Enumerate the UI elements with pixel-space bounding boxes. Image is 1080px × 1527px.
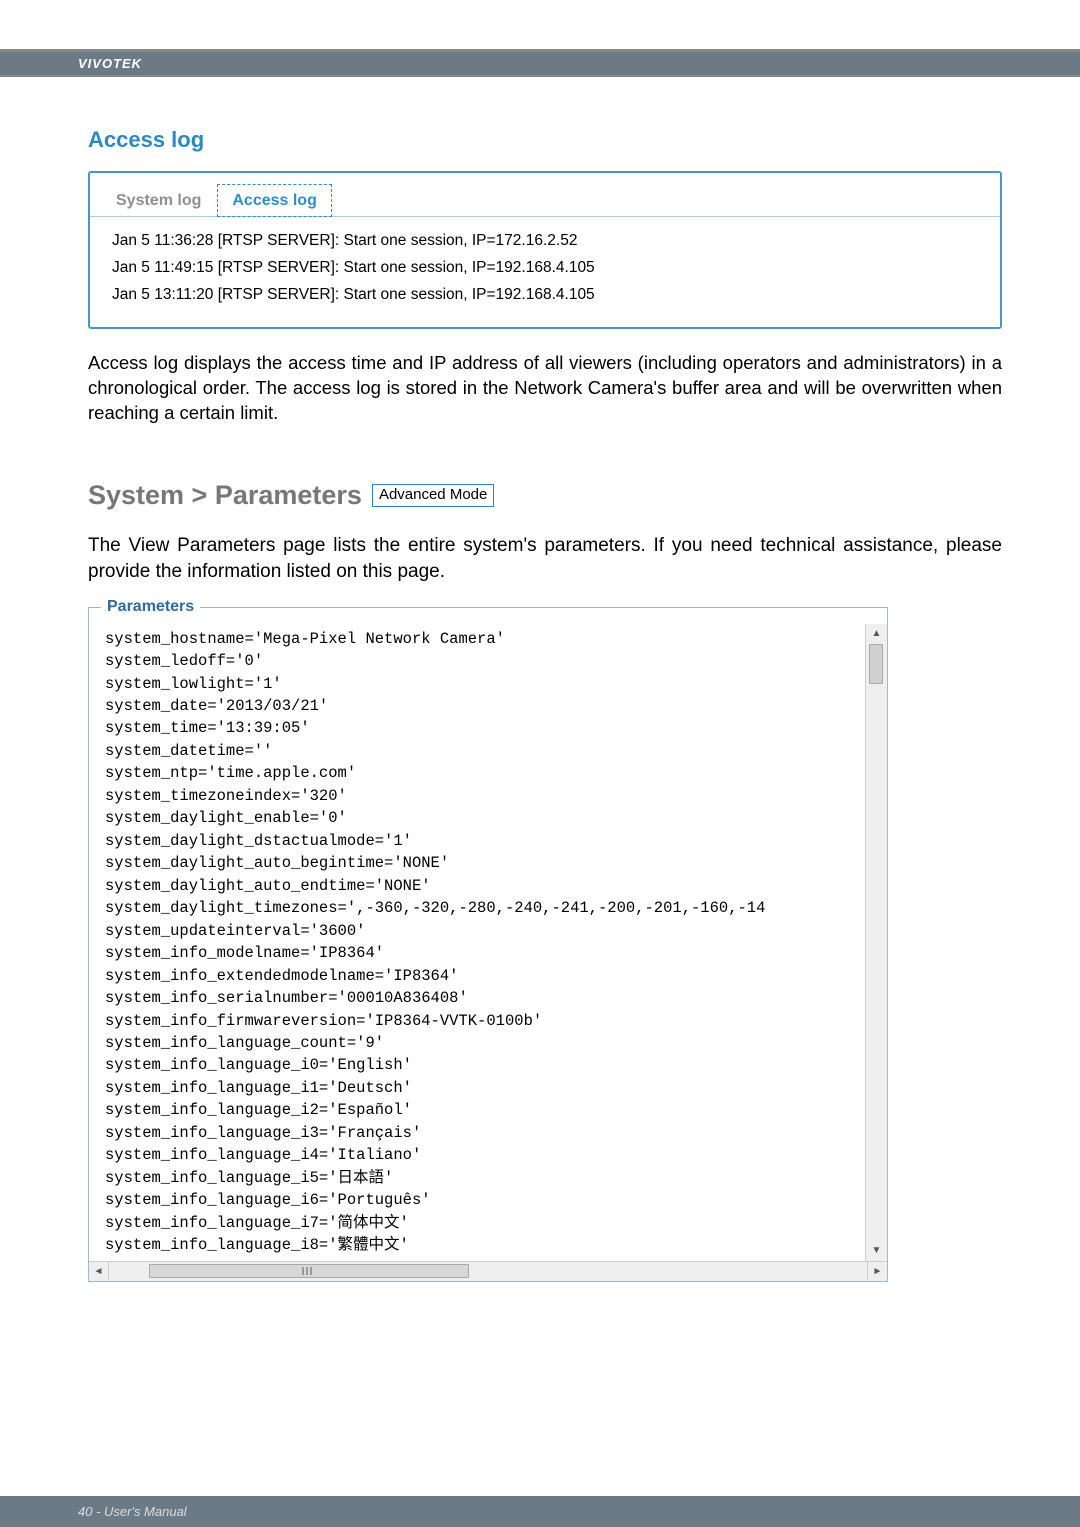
parameters-fieldset: Parameters system_hostname='Mega-Pixel N… — [88, 607, 888, 1282]
access-log-title: Access log — [88, 127, 1002, 153]
tab-system-log[interactable]: System log — [102, 185, 215, 216]
scroll-thumb-horizontal[interactable] — [149, 1264, 469, 1278]
grip-icon — [302, 1267, 316, 1275]
access-log-panel: System log Access log Jan 5 11:36:28 [RT… — [88, 171, 1002, 329]
brand-bar: VIVOTEK — [0, 52, 1080, 77]
footer-bar: 40 - User's Manual — [0, 1496, 1080, 1527]
parameters-heading-row: System > Parameters Advanced Mode — [88, 480, 1002, 511]
page-content: Access log System log Access log Jan 5 1… — [0, 77, 1080, 1282]
log-entry: Jan 5 13:11:20 [RTSP SERVER]: Start one … — [112, 283, 986, 308]
access-log-entries: Jan 5 11:36:28 [RTSP SERVER]: Start one … — [90, 217, 1000, 327]
parameters-panel-wrap: Parameters system_hostname='Mega-Pixel N… — [88, 607, 888, 1282]
log-entry: Jan 5 11:49:15 [RTSP SERVER]: Start one … — [112, 256, 986, 281]
parameters-heading: System > Parameters — [88, 480, 362, 511]
scroll-down-icon[interactable]: ▼ — [868, 1241, 886, 1261]
scroll-right-icon[interactable]: ► — [867, 1262, 887, 1280]
scroll-up-icon[interactable]: ▲ — [868, 624, 886, 644]
hscroll-track[interactable] — [109, 1262, 867, 1281]
scroll-thumb-vertical[interactable] — [869, 644, 883, 684]
tab-access-log[interactable]: Access log — [217, 184, 331, 217]
access-log-description: Access log displays the access time and … — [88, 351, 1002, 426]
parameters-description: The View Parameters page lists the entir… — [88, 533, 1002, 584]
vertical-scrollbar[interactable]: ▲ ▼ — [865, 624, 887, 1261]
page-number-label: 40 - User's Manual — [78, 1504, 187, 1519]
brand-text: VIVOTEK — [78, 56, 142, 71]
parameters-legend: Parameters — [101, 598, 200, 616]
log-entry: Jan 5 11:36:28 [RTSP SERVER]: Start one … — [112, 229, 986, 254]
log-tabs: System log Access log — [90, 173, 1000, 217]
horizontal-scrollbar[interactable]: ◄ ► — [89, 1261, 887, 1281]
top-margin — [0, 0, 1080, 52]
advanced-mode-badge: Advanced Mode — [372, 484, 494, 507]
parameters-text[interactable]: system_hostname='Mega-Pixel Network Came… — [89, 624, 865, 1261]
scroll-left-icon[interactable]: ◄ — [89, 1262, 109, 1280]
